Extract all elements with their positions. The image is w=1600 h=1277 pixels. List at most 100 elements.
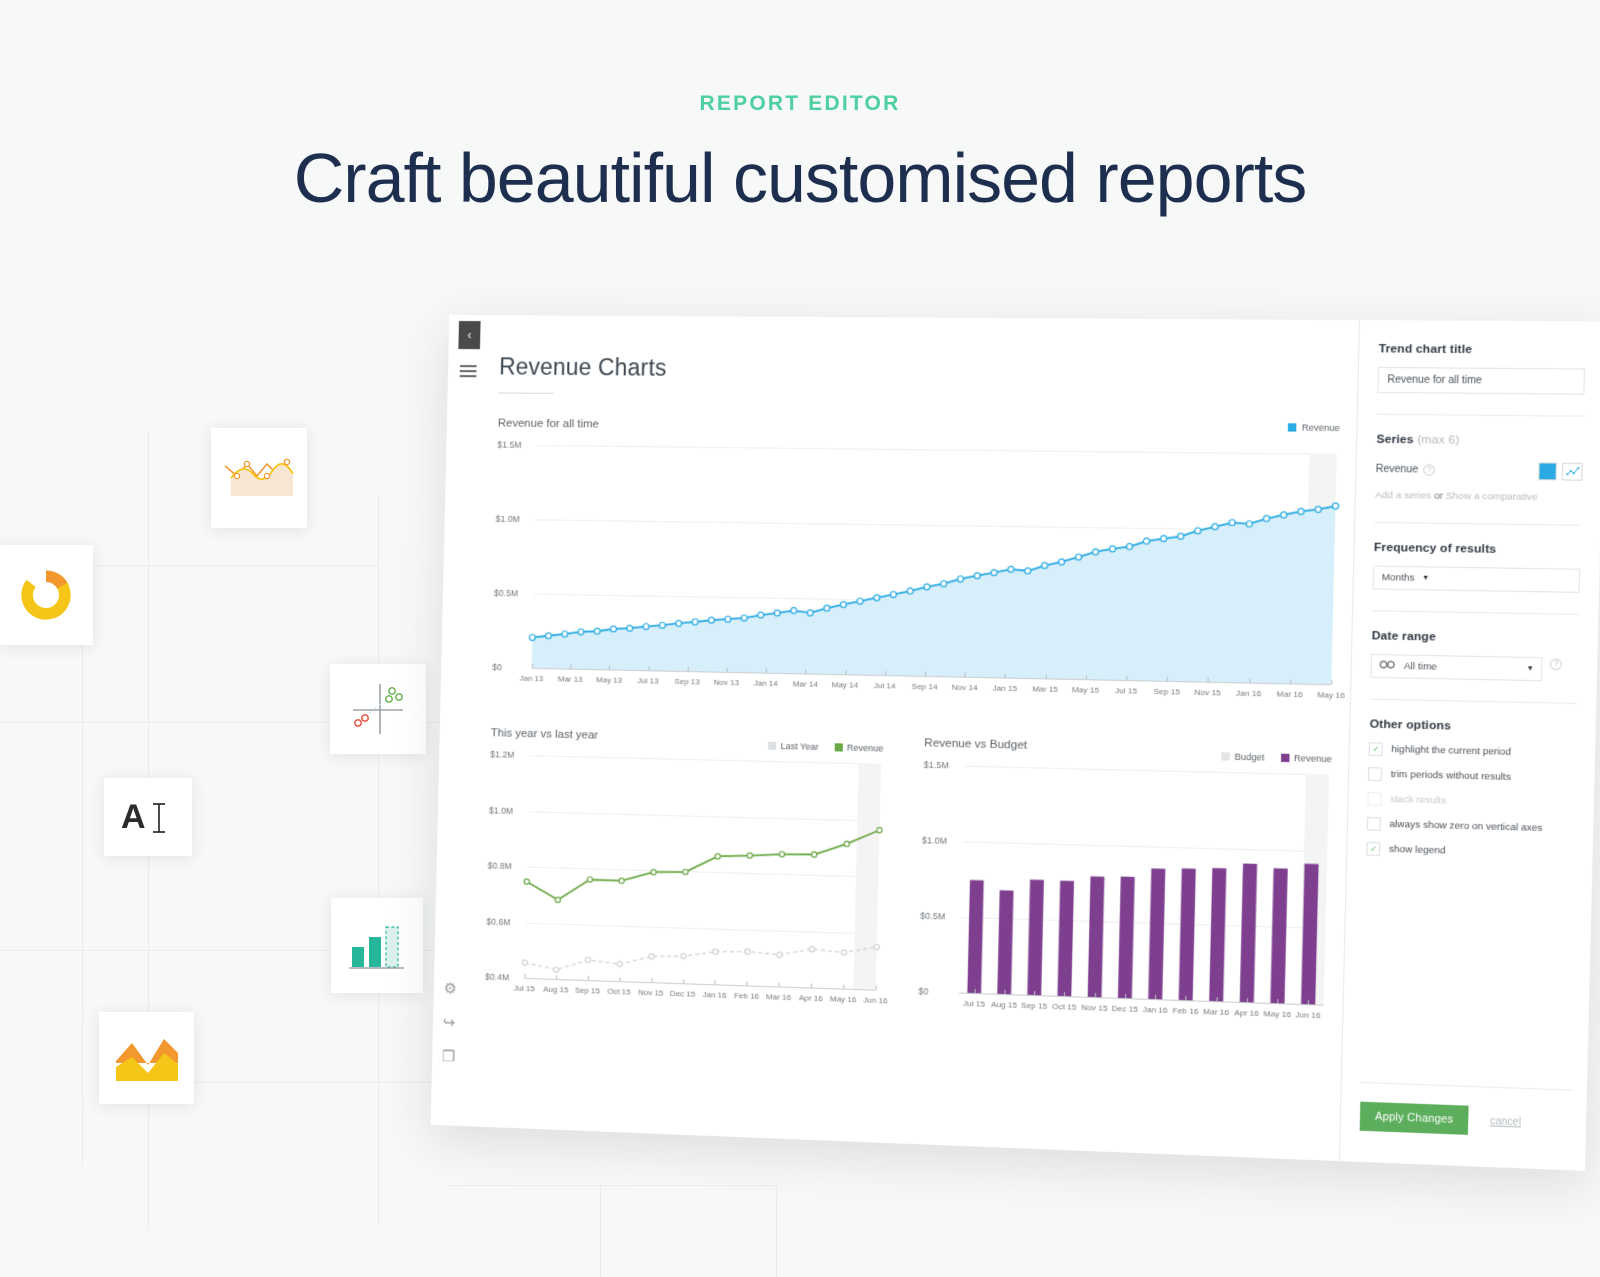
x-axis-tick — [682, 979, 684, 984]
menu-icon[interactable] — [459, 365, 477, 380]
series-actions: Add a series or Show a comparative — [1375, 490, 1582, 504]
x-axis-tick — [587, 976, 589, 981]
option-always-show-zero[interactable]: always show zero on vertical axes — [1367, 817, 1574, 836]
chart-settings-sidebar: Trend chart title Revenue for all time S… — [1339, 320, 1600, 1171]
x-axis-tick — [726, 667, 728, 672]
option-show-legend[interactable]: ✓ show legend — [1366, 841, 1573, 861]
x-axis-tick — [1216, 997, 1218, 1002]
x-axis-tick — [1126, 675, 1128, 681]
date-range-select[interactable]: All time ▼ — [1370, 653, 1543, 682]
help-icon[interactable]: ? — [1550, 657, 1563, 670]
x-axis-tick-label: Jul 15 — [963, 998, 986, 1009]
legend-label: Revenue — [1293, 752, 1332, 765]
x-axis-tick — [1094, 992, 1096, 998]
x-axis-tick-label: Mar 16 — [1276, 689, 1303, 700]
frequency-label: Frequency of results — [1373, 541, 1497, 556]
apply-changes-button[interactable]: Apply Changes — [1359, 1101, 1469, 1135]
x-axis-tick — [650, 978, 653, 983]
x-axis-tick — [746, 981, 748, 986]
option-label: trim periods without results — [1390, 768, 1512, 784]
x-axis-tick-label: Mar 16 — [765, 992, 792, 1003]
x-axis-tick-label: Mar 14 — [792, 679, 818, 689]
option-highlight-current-period[interactable]: ✓ highlight the current period — [1368, 742, 1576, 760]
x-axis-tick — [1005, 673, 1007, 678]
legend-label: Budget — [1234, 751, 1265, 763]
option-label: highlight the current period — [1391, 743, 1512, 759]
x-axis-tick — [1155, 994, 1157, 1000]
option-label: show legend — [1388, 843, 1446, 857]
x-axis-tick-label: Oct 15 — [607, 986, 631, 997]
x-axis-tick — [765, 668, 768, 673]
line-chart-icon[interactable] — [1561, 462, 1583, 481]
title-divider — [498, 392, 554, 394]
x-axis-tick-label: Mar 16 — [1202, 1006, 1230, 1018]
legend-label: Last Year — [780, 740, 819, 753]
x-axis-tick — [531, 663, 533, 668]
x-axis-tick — [1004, 989, 1006, 995]
checkbox[interactable]: ✓ — [1366, 841, 1381, 856]
legend-label: Revenue — [1301, 422, 1340, 434]
chart-legend: Revenue — [1287, 422, 1340, 434]
chart-legend: Budget Revenue — [1220, 751, 1332, 765]
show-comparative-link[interactable]: Show a comparative — [1446, 491, 1538, 504]
legend-label: Revenue — [846, 742, 884, 754]
checkbox[interactable]: ✓ — [1368, 742, 1383, 757]
x-axis-tick-label: Nov 14 — [951, 682, 978, 693]
help-icon[interactable]: ? — [1423, 464, 1436, 476]
x-axis-tick — [843, 984, 845, 989]
other-options-label: Other options — [1369, 718, 1452, 733]
x-axis-tick-label: Sep 15 — [1153, 686, 1181, 697]
settings-icon[interactable]: ⚙ — [443, 980, 465, 997]
collapse-panel-button[interactable]: ‹ — [458, 321, 481, 350]
x-axis-tick-label: Dec 15 — [669, 988, 696, 999]
checkbox — [1367, 792, 1382, 806]
x-axis-tick-label: Dec 15 — [1111, 1003, 1138, 1014]
checkbox[interactable] — [1367, 817, 1382, 831]
x-axis-tick-label: Mar 13 — [557, 674, 583, 684]
or-label: or — [1433, 490, 1444, 502]
chart-legend: Last Year Revenue — [767, 740, 884, 754]
x-axis-tick-label: Jan 16 — [1142, 1004, 1168, 1015]
x-axis-tick-label: Sep 13 — [674, 676, 700, 687]
x-axis-tick-label: May 15 — [1071, 685, 1100, 695]
series-row: Revenue ? — [1376, 461, 1583, 481]
x-axis-tick-label: Jun 16 — [1295, 1010, 1321, 1021]
legend-swatch — [834, 743, 843, 752]
x-axis-tick-label: Aug 15 — [990, 999, 1018, 1010]
x-axis-tick — [1248, 678, 1251, 683]
frequency-select[interactable]: Months ▼ — [1372, 565, 1581, 593]
export-document-icon[interactable]: ❐ — [442, 1048, 464, 1065]
checkbox[interactable] — [1368, 767, 1383, 782]
frequency-value: Months — [1381, 571, 1415, 584]
x-axis-tick-label: Nov 15 — [1081, 1002, 1108, 1013]
legend-swatch — [1281, 753, 1290, 763]
x-axis-tick-label: Jan 13 — [519, 673, 544, 684]
option-stack-results: stack results — [1367, 792, 1575, 811]
share-icon[interactable]: ↪ — [443, 1014, 465, 1031]
x-axis-tick-label: May 14 — [831, 680, 859, 690]
trend-chart-title-input[interactable]: Revenue for all time — [1377, 366, 1586, 395]
cancel-link[interactable]: cancel — [1490, 1116, 1521, 1129]
hero-section: REPORT EDITOR Craft beautiful customised… — [0, 0, 1600, 250]
option-trim-periods-without-results[interactable]: trim periods without results — [1368, 767, 1575, 786]
x-axis-tick-label: Jul 15 — [1114, 686, 1138, 696]
chart-caption: Revenue for all time — [497, 417, 600, 431]
x-axis-tick-label: May 16 — [1263, 1008, 1292, 1020]
add-series-link[interactable]: Add a series — [1375, 490, 1431, 502]
x-axis-tick-label: Jul 14 — [873, 680, 896, 691]
x-axis-tick-label: Jan 15 — [992, 683, 1018, 694]
x-axis-tick — [609, 665, 611, 670]
x-axis-tick-label: May 16 — [1317, 690, 1345, 701]
trend-chart-title-value: Revenue for all time — [1387, 374, 1483, 387]
report-canvas: ‹ ⚙ ↪ ❐ Revenue Charts Revenue for all t… — [430, 314, 1360, 1162]
x-axis-tick — [1331, 680, 1333, 685]
infinity-icon — [1379, 660, 1395, 672]
x-axis-tick-label: Aug 15 — [543, 984, 569, 995]
x-axis-tick-label: May 13 — [595, 675, 623, 685]
x-axis-tick — [1289, 679, 1292, 684]
x-axis-tick — [555, 974, 558, 980]
x-axis-tick — [884, 671, 887, 676]
x-axis-tick-label: Oct 15 — [1051, 1001, 1077, 1012]
series-color-swatch-button[interactable] — [1538, 462, 1557, 481]
chart-svg — [492, 439, 1341, 685]
